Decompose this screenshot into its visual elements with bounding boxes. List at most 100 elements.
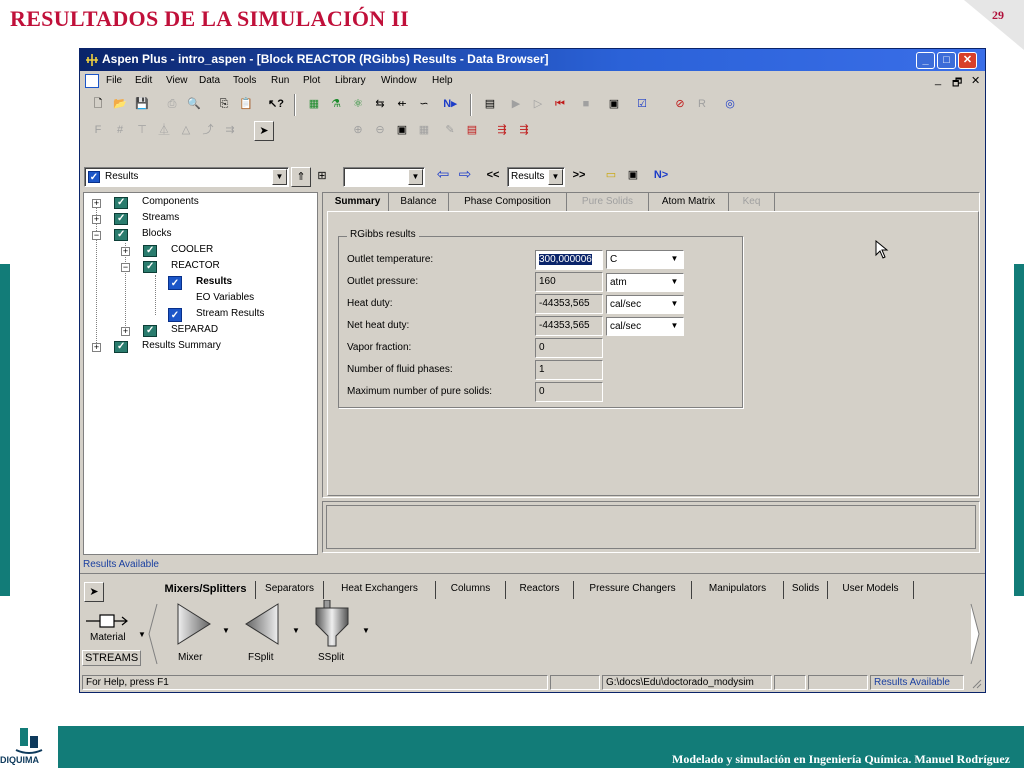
expand-icon[interactable]: + — [92, 343, 101, 352]
chevron-down-icon[interactable]: ▼ — [667, 252, 682, 268]
next-step-button[interactable]: N> — [651, 166, 671, 186]
chevron-down-icon[interactable]: ▼ — [667, 275, 682, 291]
save-icon[interactable]: 💾 — [132, 95, 152, 115]
chevron-down-icon[interactable]: ▼ — [292, 626, 300, 635]
previous-form-button[interactable]: << — [483, 166, 503, 186]
chevron-down-icon[interactable]: ▼ — [138, 630, 146, 639]
menu-data[interactable]: Data — [199, 75, 220, 86]
menu-tools[interactable]: Tools — [233, 75, 256, 86]
check-results-icon[interactable]: ☑ — [632, 95, 652, 115]
chevron-down-icon[interactable]: ▼ — [222, 626, 230, 635]
chevron-down-icon[interactable]: ▼ — [408, 169, 423, 185]
open-icon[interactable]: 📂 — [110, 95, 130, 115]
page-break-icon[interactable]: ▦ — [414, 121, 434, 141]
rotate-icon[interactable]: ⤴ — [198, 121, 218, 141]
align-icon[interactable]: ⏅ — [154, 121, 174, 141]
zoom-in-icon[interactable]: ⊕ — [348, 121, 368, 141]
menu-file[interactable]: File — [106, 75, 122, 86]
streams-icon[interactable]: ⇆ — [370, 95, 390, 115]
palette-tab-pressure-changers[interactable]: Pressure Changers — [574, 581, 692, 599]
next-form-button[interactable]: >> — [569, 166, 589, 186]
menu-run[interactable]: Run — [271, 75, 289, 86]
message-area[interactable] — [326, 505, 976, 549]
properties-icon[interactable]: ⚛ — [348, 95, 368, 115]
paste-icon[interactable]: 📋 — [236, 95, 256, 115]
tab-atom-matrix[interactable]: Atom Matrix — [649, 193, 729, 211]
tab-balance[interactable]: Balance — [389, 193, 449, 211]
menu-plot[interactable]: Plot — [303, 75, 320, 86]
plot-wizard-icon[interactable]: ⊘ — [670, 95, 690, 115]
streams-button[interactable]: STREAMS — [82, 650, 142, 666]
pressure-unit-select[interactable]: atm ▼ — [606, 273, 684, 292]
tab-summary[interactable]: Summary — [327, 193, 389, 211]
run-icon[interactable]: ▶ — [506, 95, 526, 115]
print-icon[interactable]: ⎙ — [162, 95, 182, 115]
mdi-close-button[interactable]: ✕ — [971, 74, 980, 87]
step-icon[interactable]: ▷ — [528, 95, 548, 115]
ssplit-icon[interactable] — [312, 600, 352, 648]
net-heat-duty-field[interactable]: -44353,565 — [535, 316, 603, 336]
menu-help[interactable]: Help — [432, 75, 453, 86]
menu-edit[interactable]: Edit — [135, 75, 152, 86]
stop-icon[interactable]: ■ — [576, 95, 596, 115]
collapse-icon[interactable]: − — [121, 263, 130, 272]
mdi-minimize-button[interactable]: _ — [935, 74, 941, 86]
maximize-button[interactable]: □ — [937, 52, 956, 69]
collapse-icon[interactable]: − — [92, 231, 101, 240]
tree-toggle-icon[interactable]: ⊞ — [312, 167, 332, 187]
chevron-down-icon[interactable]: ▼ — [667, 297, 682, 313]
next-icon[interactable]: N▸ — [440, 95, 460, 115]
components-icon[interactable]: ⚗ — [326, 95, 346, 115]
temperature-unit-select[interactable]: C ▼ — [606, 250, 684, 269]
print-preview-icon[interactable]: 🔍 — [184, 95, 204, 115]
vapor-fraction-field[interactable]: 0 — [535, 338, 603, 358]
zoom-full-icon[interactable]: ▣ — [392, 121, 412, 141]
chevron-down-icon[interactable]: ▼ — [667, 319, 682, 335]
palette-tab-solids[interactable]: Solids — [784, 581, 828, 599]
tab-pure-solids[interactable]: Pure Solids — [567, 193, 649, 211]
flip-icon[interactable]: △ — [176, 121, 196, 141]
palette-tab-manipulators[interactable]: Manipulators — [692, 581, 784, 599]
net-heat-duty-unit-select[interactable]: cal/sec ▼ — [606, 317, 684, 336]
title-bar[interactable]: Aspen Plus - intro_aspen - [Block REACTO… — [80, 49, 985, 71]
mdi-restore-button[interactable]: 🗗 — [952, 74, 962, 93]
forward-icon[interactable]: ⇨ — [455, 166, 475, 186]
copy-icon[interactable]: ⎘ — [214, 95, 234, 115]
palette-scroll-right-icon[interactable] — [970, 602, 980, 666]
chevron-down-icon[interactable]: ▼ — [362, 626, 370, 635]
heat-duty-unit-select[interactable]: cal/sec ▼ — [606, 295, 684, 314]
draw-line-icon[interactable]: ⊤ — [132, 121, 152, 141]
model-library-icon[interactable]: ◎ — [720, 95, 740, 115]
folder-combo[interactable]: ✓ Results ▼ — [84, 167, 289, 187]
context-help-icon[interactable]: ↖? — [266, 95, 286, 115]
results-combo[interactable]: Results ▼ — [507, 167, 565, 187]
up-folder-icon[interactable]: ⇑ — [291, 167, 311, 187]
back-icon[interactable]: ⇦ — [433, 166, 453, 186]
close-button[interactable]: ✕ — [958, 52, 977, 69]
expand-icon[interactable]: + — [92, 199, 101, 208]
mixer-icon[interactable] — [176, 602, 212, 646]
fluid-phases-field[interactable]: 1 — [535, 360, 603, 380]
expand-icon[interactable]: + — [121, 327, 130, 336]
palette-scroll-left-icon[interactable] — [148, 602, 158, 666]
object-combo[interactable]: ▼ — [343, 167, 425, 187]
menu-window[interactable]: Window — [381, 75, 417, 86]
select-mode-icon[interactable]: ➤ — [254, 121, 274, 141]
mirror-icon[interactable]: ⇉ — [220, 121, 240, 141]
palette-tab-columns[interactable]: Columns — [436, 581, 506, 599]
show-results-icon[interactable]: ⇶ — [492, 121, 512, 141]
results-icon[interactable]: R — [692, 95, 712, 115]
palette-tab-heat-exchangers[interactable]: Heat Exchangers — [324, 581, 436, 599]
report-icon[interactable]: ▣ — [604, 95, 624, 115]
new-icon[interactable]: 🗋 — [88, 95, 108, 115]
fsplit-icon[interactable] — [244, 602, 280, 646]
palette-tab-reactors[interactable]: Reactors — [506, 581, 574, 599]
draw-text-icon[interactable]: F — [88, 121, 108, 141]
pure-solids-field[interactable]: 0 — [535, 382, 603, 402]
analysis-icon[interactable]: ∽ — [414, 95, 434, 115]
select-mode-icon[interactable]: ➤ — [84, 582, 104, 602]
hide-results-icon[interactable]: ⇶ — [514, 121, 534, 141]
resize-grip-icon[interactable] — [970, 677, 982, 689]
menu-view[interactable]: View — [166, 75, 188, 86]
status-icon[interactable]: ▣ — [623, 166, 643, 186]
